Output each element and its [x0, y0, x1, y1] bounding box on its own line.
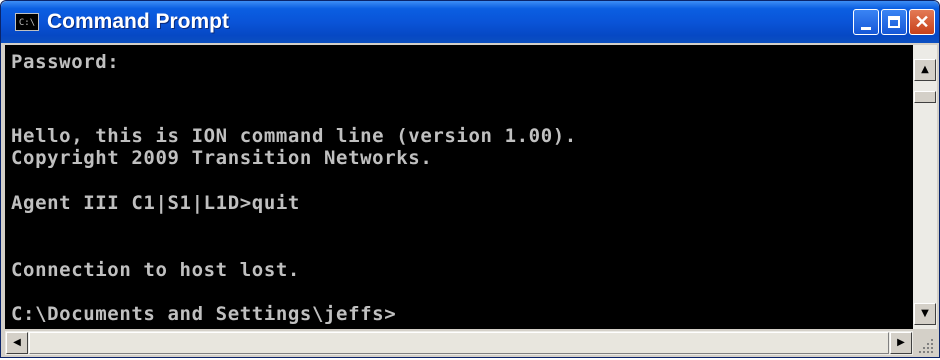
arrow-right-icon: ▶ — [897, 337, 905, 348]
console-line-prompt: C:\Documents and Settings\jeffs> — [11, 303, 397, 325]
vertical-scrollbar[interactable]: ▲ ▼ — [913, 45, 937, 329]
arrow-down-icon: ▼ — [921, 308, 929, 319]
scroll-right-button[interactable]: ▶ — [890, 332, 912, 354]
close-button[interactable]: ✕ — [909, 9, 935, 35]
console-line-hello: Hello, this is ION command line (version… — [11, 125, 577, 147]
minimize-icon — [861, 27, 871, 30]
scroll-left-button[interactable]: ◀ — [6, 332, 28, 354]
arrow-left-icon: ◀ — [13, 337, 21, 348]
horizontal-scroll-thumb[interactable] — [29, 332, 889, 354]
horizontal-scrollbar[interactable]: ◀ ▶ — [5, 331, 913, 355]
console-line-agent-quit: Agent III C1|S1|L1D>quit — [11, 192, 300, 214]
console-line-copyright: Copyright 2009 Transition Networks. — [11, 147, 433, 169]
console-output[interactable]: Password: Hello, this is ION command lin… — [5, 45, 913, 329]
vertical-scroll-thumb[interactable] — [914, 91, 936, 103]
console-line-connection-lost: Connection to host lost. — [11, 259, 300, 281]
scroll-down-button[interactable]: ▼ — [914, 303, 936, 325]
console-app-icon[interactable]: C:\ — [15, 13, 39, 31]
minimize-button[interactable] — [853, 9, 879, 35]
window-title: Command Prompt — [47, 10, 230, 33]
arrow-up-icon: ▲ — [921, 64, 929, 75]
maximize-icon — [888, 16, 900, 28]
console-line-password: Password: — [11, 51, 120, 73]
title-bar[interactable]: C:\ Command Prompt ✕ — [1, 1, 939, 43]
close-icon: ✕ — [914, 12, 930, 32]
command-prompt-window: C:\ Command Prompt ✕ Password: Hello, th… — [0, 0, 940, 358]
resize-grip-icon[interactable] — [913, 331, 937, 355]
maximize-button[interactable] — [881, 9, 907, 35]
scroll-up-button[interactable]: ▲ — [914, 59, 936, 81]
